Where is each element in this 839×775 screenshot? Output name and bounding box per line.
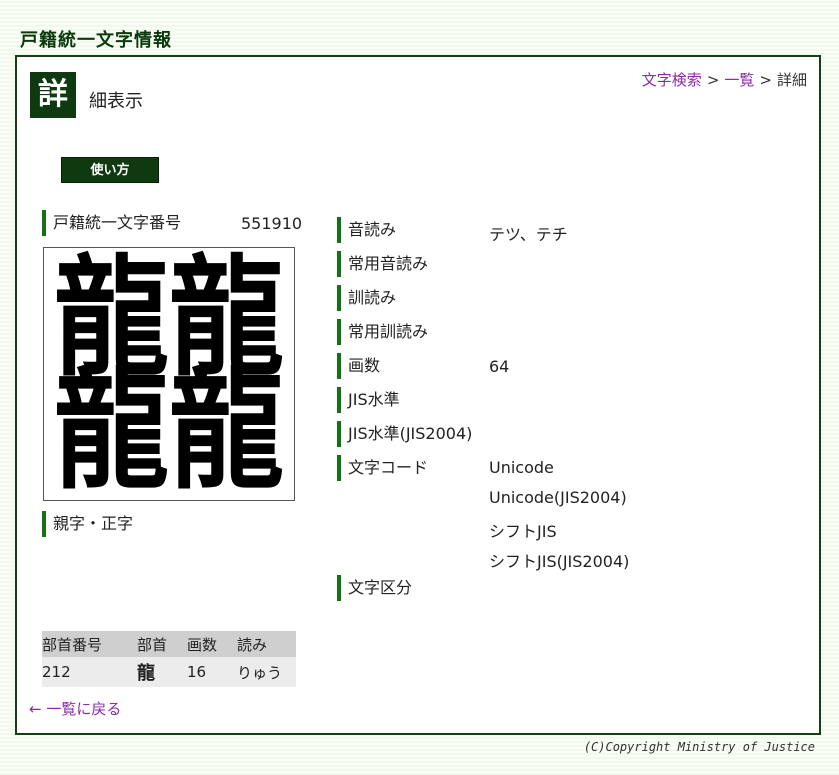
stroke-count-value: 64 <box>489 357 510 376</box>
site-title: 戸籍統一文字情報 <box>20 30 172 51</box>
parent-character-label: 親字・正字 <box>42 511 133 537</box>
jis2004-level-label: JIS水準(JIS2004) <box>337 421 472 447</box>
breadcrumb-list-link[interactable]: 一覧 <box>724 71 754 89</box>
radical-header: 部首 <box>137 631 187 657</box>
breadcrumb-separator: > <box>706 71 720 89</box>
unified-number-value: 551910 <box>241 214 303 233</box>
radical-number: 212 <box>42 657 137 687</box>
breadcrumb-current: 詳細 <box>776 71 807 89</box>
jis-level-label: JIS水準 <box>337 387 400 413</box>
kun-reading-label: 訓読み <box>337 285 396 311</box>
table-row: 212 龍 16 りゅう <box>42 657 296 687</box>
breadcrumb: 文字検索 > 一覧 > 詳細 <box>642 69 807 90</box>
unified-number-label: 戸籍統一文字番号 <box>42 210 181 236</box>
copyright: (C)Copyright Ministry of Justice <box>583 740 815 754</box>
code-shift-jis: シフトJIS <box>489 522 557 541</box>
page-title: 細表示 <box>89 91 143 112</box>
joyo-kun-reading-label: 常用訓読み <box>337 319 428 345</box>
on-reading-label: 音読み <box>337 217 396 243</box>
radical-number-header: 部首番号 <box>42 631 137 657</box>
breadcrumb-separator: > <box>759 71 772 89</box>
detail-panel: 詳 細表示 文字検索 > 一覧 > 詳細 使い方 戸籍統一文字番号 551910 龍龍 … <box>15 55 821 735</box>
radical-table-header: 部首番号 部首 画数 読み <box>42 631 296 657</box>
radical-reading-header: 読み <box>237 631 296 657</box>
character-glyph-image: 龍龍 龍龍 <box>43 247 295 501</box>
radical-table: 部首番号 部首 画数 読み 212 龍 16 りゅう <box>42 631 296 687</box>
on-reading-value: テツ、テチ <box>489 225 568 244</box>
stroke-count-label: 画数 <box>337 353 380 379</box>
code-unicode-jis2004: Unicode(JIS2004) <box>489 488 627 507</box>
radical-reading: りゅう <box>237 657 296 687</box>
back-to-list-link[interactable]: ← 一覧に戻る <box>29 698 121 719</box>
glyph-line-bottom: 龍龍 <box>54 354 284 500</box>
usage-button[interactable]: 使い方 <box>61 157 159 183</box>
character-code-label: 文字コード <box>337 455 428 481</box>
character-category-label: 文字区分 <box>337 575 412 601</box>
character-glyph-svg: 龍龍 龍龍 <box>54 248 284 500</box>
code-unicode: Unicode <box>489 458 554 477</box>
code-shift-jis-jis2004: シフトJIS(JIS2004) <box>489 552 630 571</box>
radical-strokes: 16 <box>187 657 237 687</box>
radical-strokes-header: 画数 <box>187 631 237 657</box>
breadcrumb-search-link[interactable]: 文字検索 <box>642 71 702 89</box>
radical-character: 龍 <box>137 657 187 687</box>
joyo-on-reading-label: 常用音読み <box>337 251 428 277</box>
detail-title-icon: 詳 <box>30 72 76 118</box>
